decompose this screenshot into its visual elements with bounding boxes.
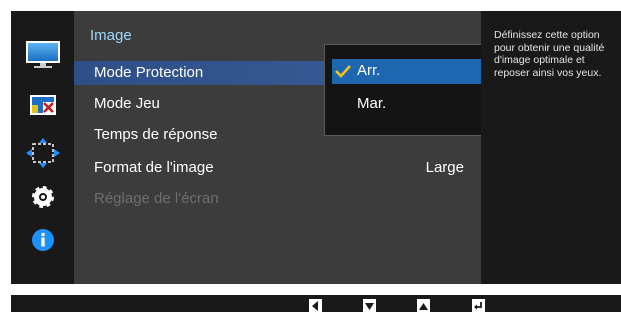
up-key[interactable] [417,299,430,312]
sidebar-item-color[interactable] [11,90,74,120]
menu-item-label: Réglage de l'écran [94,190,219,207]
menu-panel: Image Mode Protection Mode Jeu Temps de … [74,11,538,284]
menu-item-label: Temps de réponse [94,126,218,143]
dropdown-option-label: Arr. [357,62,381,79]
menu-title: Image [90,27,132,44]
left-arrow-icon [312,301,318,311]
sidebar-item-size-position[interactable] [11,138,74,168]
menu-item-reglage-ecran: Réglage de l'écran [74,187,474,211]
menu-item-label: Format de l'image [94,159,214,176]
color-icon [29,95,56,115]
down-key[interactable] [363,299,376,312]
menu-item-label: Mode Jeu [94,95,160,112]
key-guide-bar [11,295,621,312]
menu-item-value: Large [425,159,464,176]
sidebar-item-information[interactable] [11,225,74,255]
enter-key[interactable] [472,299,485,312]
osd-sidebar [11,11,74,284]
left-key[interactable] [309,299,322,312]
enter-icon [474,302,482,310]
settings-gear-icon [31,186,54,208]
dropdown-option-label: Mar. [357,95,387,112]
size-position-icon [25,138,60,168]
sidebar-item-picture[interactable] [11,40,74,70]
menu-item-label: Mode Protection [94,64,204,81]
sidebar-item-settings[interactable] [11,182,74,212]
down-arrow-icon [365,303,374,310]
menu-item-format-image[interactable]: Format de l'image Large [74,156,474,180]
up-arrow-icon [419,303,428,310]
help-text: Définissez cette option pour obtenir une… [494,29,605,79]
information-icon [31,229,54,251]
checkmark-icon [335,65,351,78]
picture-icon [25,41,60,68]
osd-window: Image Mode Protection Mode Jeu Temps de … [11,11,621,284]
help-panel: Définissez cette option pour obtenir une… [481,11,621,284]
